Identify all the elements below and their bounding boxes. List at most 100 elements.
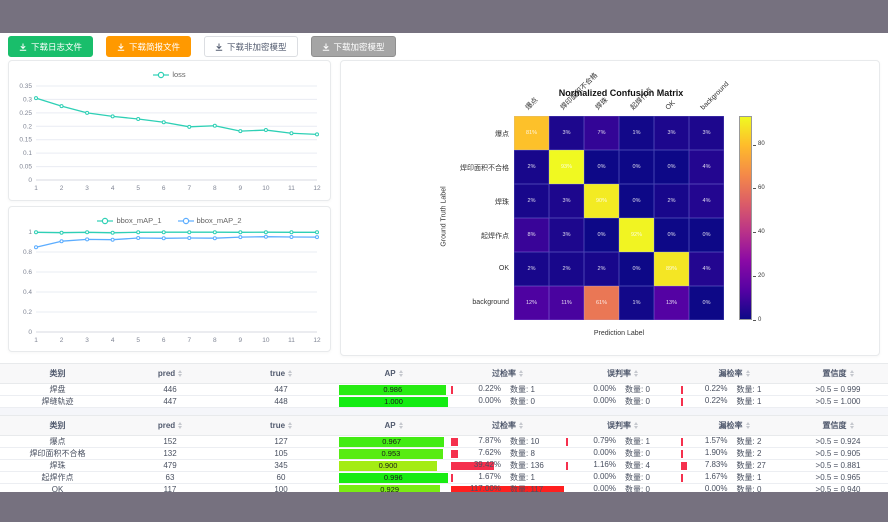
column-header-label: 漏检率 — [719, 420, 743, 431]
cm-cell-value: 3% — [703, 130, 711, 136]
sort-icon[interactable] — [399, 370, 403, 377]
loss-line-chart: 00.050.10.150.20.250.30.3512345678910111… — [9, 81, 330, 193]
svg-text:5: 5 — [136, 185, 140, 192]
cm-cell-value: 11% — [561, 300, 572, 306]
column-header-类别: 类别 — [0, 364, 115, 384]
download-button-3[interactable]: 下载加密模型 — [311, 36, 396, 57]
ap-bar: 0.900 — [339, 461, 437, 471]
rate-count: 数量: 0 — [625, 448, 673, 459]
legend-item-loss[interactable]: loss — [153, 68, 185, 81]
cm-cell: 92% — [619, 218, 654, 252]
cm-cell: 0% — [689, 218, 724, 252]
sort-icon[interactable] — [399, 422, 403, 429]
table-cell: 105 — [225, 448, 337, 460]
rate-bar — [681, 450, 683, 458]
column-header-漏检率[interactable]: 漏检率 — [680, 364, 788, 384]
sort-icon[interactable] — [288, 370, 292, 377]
cm-colorbar-tick-label: 20 — [758, 273, 765, 279]
sort-icon[interactable] — [850, 370, 854, 377]
table-row: 焊盘4464470.9860.22%数量: 10.00%数量: 00.22%数量… — [0, 384, 888, 396]
table-cell: 39.42%数量: 136 — [450, 460, 565, 472]
column-header-AP[interactable]: AP — [337, 364, 450, 384]
legend-item-bbox_mAP_2[interactable]: bbox_mAP_2 — [178, 214, 242, 227]
table-cell: 63 — [115, 472, 225, 484]
legend-label: bbox_mAP_2 — [197, 216, 242, 225]
rate-bar — [681, 474, 683, 482]
cm-cell: 0% — [619, 184, 654, 218]
cm-cell-value: 2% — [528, 198, 536, 204]
column-header-label: 过检率 — [492, 368, 516, 379]
cm-cell: 4% — [689, 184, 724, 218]
column-header-true[interactable]: true — [225, 364, 337, 384]
table-cell: 焊缝轨迹 — [0, 396, 115, 408]
rate-percent: 1.90% — [684, 448, 728, 459]
svg-text:4: 4 — [111, 185, 115, 192]
cm-cell: 0% — [689, 286, 724, 320]
column-header-误判率[interactable]: 误判率 — [565, 364, 680, 384]
column-header-过检率[interactable]: 过检率 — [450, 416, 565, 436]
ap-bar: 0.986 — [339, 385, 446, 395]
sort-icon[interactable] — [178, 370, 182, 377]
column-header-true[interactable]: true — [225, 416, 337, 436]
cm-cell: 0% — [654, 218, 689, 252]
cm-cell: 2% — [549, 252, 584, 286]
download-button-1[interactable]: 下载简报文件 — [106, 36, 191, 57]
rate-bar — [681, 398, 683, 406]
cm-cell-value: 2% — [598, 266, 606, 272]
rate-percent: 7.87% — [457, 436, 501, 447]
svg-text:0.3: 0.3 — [23, 96, 32, 103]
column-header-误判率[interactable]: 误判率 — [565, 416, 680, 436]
rate-percent: 0.79% — [572, 436, 616, 447]
column-header-AP[interactable]: AP — [337, 416, 450, 436]
sort-icon[interactable] — [519, 370, 523, 377]
column-header-pred[interactable]: pred — [115, 364, 225, 384]
cm-cell: 4% — [689, 150, 724, 184]
svg-text:0.25: 0.25 — [19, 110, 32, 117]
column-header-漏检率[interactable]: 漏检率 — [680, 416, 788, 436]
cm-cell-value: 7% — [598, 130, 606, 136]
rate-count: 数量: 0 — [625, 384, 673, 395]
sort-icon[interactable] — [634, 422, 638, 429]
svg-text:3: 3 — [85, 337, 89, 344]
rate-count: 数量: 2 — [737, 436, 785, 447]
sort-icon[interactable] — [519, 422, 523, 429]
sort-icon[interactable] — [634, 370, 638, 377]
map-chart-card: bbox_mAP_1 bbox_mAP_2 00.20.40.60.8112345… — [8, 206, 331, 352]
download-button-0[interactable]: 下载日志文件 — [8, 36, 93, 57]
cm-cell-value: 93% — [561, 164, 572, 170]
sort-icon[interactable] — [850, 422, 854, 429]
sort-icon[interactable] — [746, 422, 750, 429]
download-icon — [215, 43, 223, 51]
cm-cell-value: 0% — [598, 164, 606, 170]
table-cell: 0.22%数量: 1 — [680, 396, 788, 408]
cm-cell: 4% — [689, 252, 724, 286]
table-row: 起焊作点63600.9961.67%数量: 10.00%数量: 01.67%数量… — [0, 472, 888, 484]
sort-icon[interactable] — [746, 370, 750, 377]
cm-cell: 8% — [514, 218, 549, 252]
table-cell: 0.79%数量: 1 — [565, 436, 680, 448]
table-cell: 1.67%数量: 1 — [680, 472, 788, 484]
rate-percent: 0.00% — [457, 396, 501, 407]
svg-text:11: 11 — [288, 337, 295, 344]
sort-icon[interactable] — [178, 422, 182, 429]
cm-cell-value: 3% — [563, 130, 571, 136]
cm-cell-value: 4% — [703, 266, 711, 272]
table-cell: 0.967 — [337, 436, 450, 448]
svg-text:5: 5 — [136, 337, 140, 344]
column-header-置信度[interactable]: 置信度 — [788, 364, 888, 384]
table-cell: 1.16%数量: 4 — [565, 460, 680, 472]
cm-cell: 2% — [514, 252, 549, 286]
cm-cell-value: 0% — [633, 266, 641, 272]
table-row: 焊印面积不合格1321050.9537.62%数量: 80.00%数量: 01.… — [0, 448, 888, 460]
legend-item-bbox_mAP_1[interactable]: bbox_mAP_1 — [97, 214, 161, 227]
column-header-过检率[interactable]: 过检率 — [450, 364, 565, 384]
map-line-chart: 00.20.40.60.81123456789101112 — [9, 227, 330, 345]
table-cell: 1.000 — [337, 396, 450, 408]
rate-percent: 0.00% — [572, 448, 616, 459]
download-button-2[interactable]: 下载非加密模型 — [204, 36, 298, 57]
column-header-pred[interactable]: pred — [115, 416, 225, 436]
sort-icon[interactable] — [288, 422, 292, 429]
column-header-置信度[interactable]: 置信度 — [788, 416, 888, 436]
svg-text:0.35: 0.35 — [19, 83, 32, 90]
legend-label: loss — [172, 70, 185, 79]
